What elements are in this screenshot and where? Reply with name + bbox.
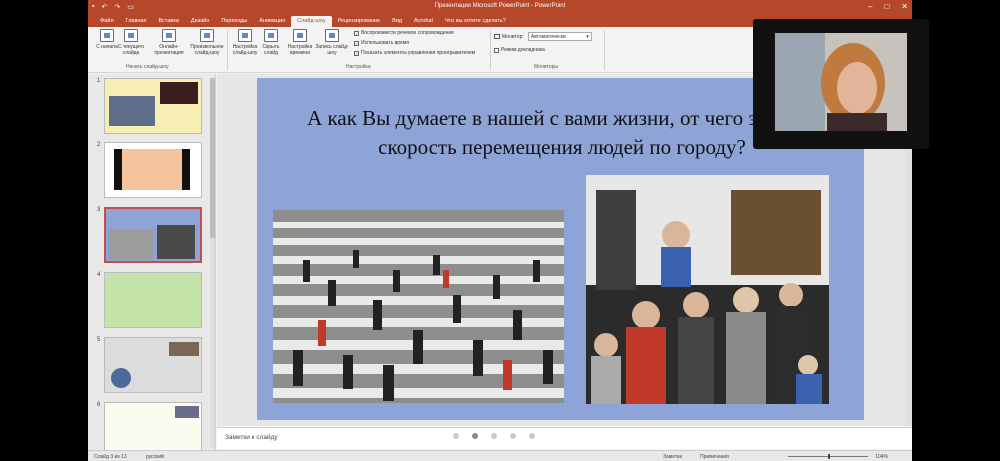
- from-current-button[interactable]: С текущего слайда: [116, 29, 146, 56]
- monitor-dropdown[interactable]: Автоматически ▾: [527, 32, 592, 41]
- slide-counter: Слайд 3 из 13: [94, 454, 127, 460]
- comments-toggle-button[interactable]: Примечания: [700, 454, 729, 460]
- tab-6[interactable]: Слайд-шоу: [291, 16, 332, 27]
- notes-placeholder: Заметки к слайду: [225, 434, 278, 441]
- zoom-slider[interactable]: [788, 454, 868, 459]
- play-current-icon: [124, 29, 138, 42]
- tab-4[interactable]: Переходы: [215, 16, 253, 27]
- tab-5[interactable]: Анимация: [253, 16, 291, 27]
- hide-slide-button[interactable]: Скрыть слайд: [258, 29, 284, 56]
- maximize-icon[interactable]: □: [884, 2, 889, 11]
- ribbon-separator: [604, 30, 605, 70]
- narration-checkbox[interactable]: ✓ Воспроизвести речевое сопровождение: [354, 30, 454, 36]
- tab-2[interactable]: Вставка: [152, 16, 184, 27]
- thumbnail-number: 1: [97, 78, 101, 84]
- thumbnail-number: 2: [97, 142, 101, 148]
- checkbox-unchecked-icon: [494, 47, 499, 53]
- tab-1[interactable]: Главная: [120, 16, 153, 27]
- thumbnail-logo: [160, 82, 198, 104]
- play-from-start-icon: [100, 29, 114, 42]
- thumbnail-photo: [109, 229, 153, 259]
- record-icon: [325, 29, 339, 42]
- rehearse-timings-button[interactable]: Настройка времени: [285, 29, 315, 56]
- checkbox-checked-icon: ✓: [354, 30, 359, 36]
- slide-nav-dots: [453, 433, 535, 439]
- window-title: Презентация Microsoft PowerPoint - Power…: [434, 3, 566, 9]
- thumbnail-video-frame: [114, 149, 190, 190]
- thumbnail-photo: [175, 406, 199, 418]
- slide-thumbnail-6[interactable]: [104, 402, 202, 452]
- thumbnail-photo: [109, 96, 155, 126]
- bus-door: [596, 190, 636, 290]
- nav-dot[interactable]: [491, 433, 497, 439]
- zoom-level[interactable]: 104%: [875, 454, 888, 460]
- scrollbar-thumb[interactable]: [210, 78, 215, 238]
- notes-pane[interactable]: Заметки к слайду: [217, 427, 912, 449]
- slide-thumbnail-pane: 1 2 3 4 5 6: [88, 74, 216, 452]
- zoom-slider-thumb[interactable]: [828, 454, 830, 459]
- custom-show-icon: [200, 29, 214, 42]
- monitor-selector[interactable]: Монитор: Автоматически ▾: [494, 32, 592, 41]
- thumbnail-photo: [157, 225, 195, 259]
- tab-0[interactable]: Файл: [94, 16, 120, 27]
- group-label-start: Начать слайд-шоу: [126, 64, 169, 70]
- slide-thumbnail-5[interactable]: [104, 337, 202, 393]
- thumbnail-number: 3: [97, 207, 101, 213]
- thumbnail-number: 6: [97, 402, 101, 408]
- webcam-video: [775, 33, 907, 131]
- title-bar: ▪ ↶ ↷ ▭ Презентация Microsoft PowerPoint…: [88, 0, 912, 14]
- tab-10[interactable]: Что вы хотите сделать?: [439, 16, 512, 27]
- use-timings-checkbox[interactable]: ✓ Использовать время: [354, 40, 409, 46]
- setup-show-icon: [238, 29, 252, 42]
- minimize-icon[interactable]: –: [868, 2, 872, 11]
- crosswalk-photo[interactable]: [273, 210, 564, 403]
- slide-thumbnail-3[interactable]: [104, 207, 202, 263]
- monitor-icon: [494, 34, 500, 39]
- hide-slide-icon: [264, 29, 278, 42]
- thumbnail-photo: [111, 368, 131, 388]
- bus-window: [731, 190, 821, 275]
- nav-dot[interactable]: [472, 433, 478, 439]
- group-label-monitors: Мониторы: [534, 64, 558, 70]
- checkbox-checked-icon: ✓: [354, 50, 359, 56]
- presenter-view-checkbox[interactable]: Режим докладчика: [494, 47, 545, 53]
- thumbnail-number: 4: [97, 272, 101, 278]
- crowded-bus-photo[interactable]: [586, 175, 829, 404]
- online-present-icon: [162, 29, 176, 42]
- tab-7[interactable]: Рецензирование: [332, 16, 386, 27]
- thumbnail-scrollbar[interactable]: [210, 78, 215, 448]
- notes-toggle-button[interactable]: Заметки: [663, 454, 682, 460]
- setup-show-button[interactable]: Настройка слайд-шоу: [228, 29, 262, 56]
- checkbox-checked-icon: ✓: [354, 40, 359, 46]
- thumbnail-number: 5: [97, 337, 101, 343]
- presenter-video-frame: [775, 33, 907, 131]
- chevron-down-icon: ▾: [586, 34, 589, 40]
- close-icon[interactable]: ✕: [901, 2, 908, 11]
- bus-illustration: [586, 175, 829, 404]
- custom-show-button[interactable]: Произвольное слайд-шоу: [188, 29, 226, 56]
- tab-3[interactable]: Дизайн: [185, 16, 216, 27]
- nav-dot[interactable]: [529, 433, 535, 439]
- window-controls: – □ ✕: [868, 2, 908, 11]
- slide-thumbnail-1[interactable]: [104, 78, 202, 134]
- crosswalk-illustration: [273, 210, 564, 403]
- media-controls-checkbox[interactable]: ✓ Показать элементы управления проигрыват…: [354, 50, 475, 56]
- timer-icon: [293, 29, 307, 42]
- slide-thumbnail-4[interactable]: [104, 272, 202, 328]
- nav-dot[interactable]: [510, 433, 516, 439]
- ribbon-separator: [490, 30, 491, 70]
- language-indicator[interactable]: русский: [146, 454, 164, 460]
- status-bar: Слайд 3 из 13 русский Заметки Примечания…: [88, 450, 912, 461]
- thumbnail-photo: [169, 342, 199, 356]
- record-show-button[interactable]: Запись слайд-шоу: [315, 29, 349, 56]
- tab-9[interactable]: Acrobat: [408, 16, 439, 27]
- nav-dot[interactable]: [453, 433, 459, 439]
- online-present-button[interactable]: Онлайн-презентация: [152, 29, 186, 56]
- slide-thumbnail-2[interactable]: [104, 142, 202, 198]
- group-label-setup: Настройка: [346, 64, 371, 70]
- tab-8[interactable]: Вид: [386, 16, 408, 27]
